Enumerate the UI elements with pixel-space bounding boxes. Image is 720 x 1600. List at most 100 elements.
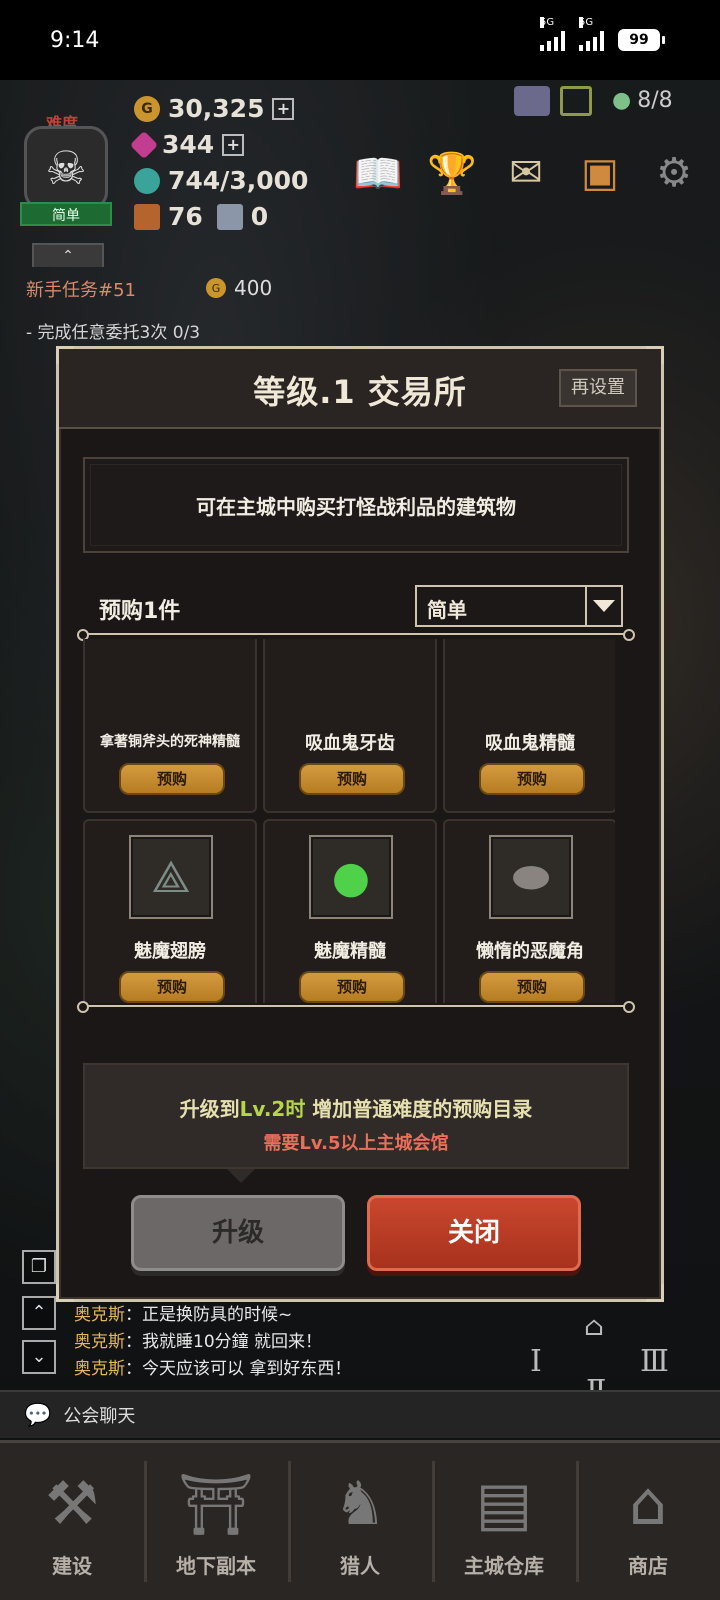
modal-header: 等级.1 交易所 再设置 bbox=[59, 349, 661, 429]
nav-shop[interactable]: ⌂ 商店 bbox=[576, 1443, 720, 1600]
add-gold-button[interactable]: + bbox=[272, 97, 295, 120]
item-name: 魅魔精髓 bbox=[314, 941, 386, 962]
gear-icon[interactable]: ⚙ bbox=[648, 148, 700, 198]
upgrade-suffix: 增加普通难度的预购目录 bbox=[305, 1097, 533, 1121]
upgrade-prefix: 升级到 bbox=[179, 1097, 240, 1121]
status-time: 9:14 bbox=[50, 27, 100, 53]
hunter-icon: ♞ bbox=[333, 1469, 387, 1539]
nav-build[interactable]: ⚒ 建设 bbox=[0, 1443, 144, 1600]
cube-icon bbox=[216, 203, 243, 230]
list-item: 吸血鬼牙齿 预购 bbox=[263, 639, 437, 813]
prebuy-button[interactable]: 预购 bbox=[299, 763, 405, 795]
chat-text: ：正是换防具的时候~ bbox=[125, 1305, 293, 1325]
floor-3-button[interactable]: Ⅲ bbox=[640, 1344, 669, 1379]
hammer-icon: ⚒ bbox=[45, 1469, 99, 1539]
signal-icon: 5G bbox=[579, 17, 604, 51]
nav-label: 主城仓库 bbox=[464, 1554, 544, 1578]
item-list[interactable]: 拿著铜斧头的死神精髓 预购 吸血鬼牙齿 预购 吸血鬼精髓 预购 ⟁ 魅魔翅膀 预… bbox=[83, 639, 615, 1003]
upgrade-requirement: 需要Lv.5以上主城会馆 bbox=[263, 1133, 449, 1154]
treasure-box-icon bbox=[134, 203, 160, 230]
energy-drop-icon bbox=[134, 167, 160, 194]
skull-icon: ☠ bbox=[24, 126, 108, 210]
network-type: 5G bbox=[540, 17, 555, 28]
dungeon-gate-icon: ⛩ bbox=[177, 1469, 255, 1540]
chat-line: 奥克斯：今天应该可以 拿到好东西！ bbox=[74, 1356, 351, 1383]
wing-icon: ⟁ bbox=[129, 835, 213, 919]
trophy-icon[interactable]: 🏆 bbox=[426, 148, 478, 198]
difficulty-select-value: 简单 bbox=[427, 598, 467, 622]
shop-icon: ⌂ bbox=[628, 1469, 668, 1539]
prebuy-button[interactable]: 预购 bbox=[479, 971, 585, 1003]
gift-icon[interactable] bbox=[560, 86, 592, 116]
horn-icon: ⬬ bbox=[489, 835, 573, 919]
add-gem-button[interactable]: + bbox=[222, 133, 245, 156]
chat-text: ：我就睡10分鐘 就回来！ bbox=[125, 1332, 323, 1352]
chat-window-button[interactable]: ❐ bbox=[22, 1250, 56, 1284]
chat-sender: 奥克斯 bbox=[74, 1305, 125, 1325]
list-item: 拿著铜斧头的死神精髓 预购 bbox=[83, 639, 257, 813]
item-name: 吸血鬼精髓 bbox=[485, 733, 575, 754]
upgrade-button[interactable]: 升级 bbox=[131, 1195, 345, 1271]
scroll-icon[interactable] bbox=[514, 86, 550, 116]
nav-label: 建设 bbox=[52, 1554, 92, 1578]
gold-coin-icon: G bbox=[134, 95, 160, 122]
corner-ornament bbox=[56, 1284, 74, 1302]
chat-sender: 奥克斯 bbox=[74, 1359, 125, 1379]
chat-line: 奥克斯：正是换防具的时候~ bbox=[74, 1302, 351, 1329]
upgrade-info: 升级到Lv.2时 增加普通难度的预购目录 需要Lv.5以上主城会馆 bbox=[83, 1063, 629, 1169]
prebuy-button[interactable]: 预购 bbox=[119, 971, 225, 1003]
corner-ornament bbox=[646, 1284, 664, 1302]
nav-label: 商店 bbox=[628, 1554, 668, 1578]
chest-icon: ▤ bbox=[475, 1469, 533, 1539]
collapse-hud-button[interactable]: ⌃ bbox=[32, 243, 104, 267]
gold-coin-icon: G bbox=[206, 278, 226, 298]
book-icon[interactable]: 📖 bbox=[352, 148, 404, 198]
prebuy-button[interactable]: 预购 bbox=[299, 971, 405, 1003]
building-description: 可在主城中购买打怪战利品的建筑物 bbox=[83, 457, 629, 553]
board-icon[interactable]: ▣ bbox=[574, 148, 626, 198]
item-name: 魅魔翅膀 bbox=[134, 941, 206, 962]
guild-chat-bar[interactable]: 💬 公会聊天 bbox=[0, 1390, 720, 1438]
floor-1-button[interactable]: Ⅰ bbox=[530, 1344, 542, 1379]
network-type: 5G bbox=[579, 17, 594, 28]
mail-icon[interactable]: ✉ bbox=[500, 148, 552, 198]
upgrade-level: Lv.2时 bbox=[239, 1097, 306, 1121]
box-amount: 76 bbox=[168, 202, 203, 231]
difficulty-badge[interactable]: 难度 ☠ 简单 bbox=[20, 110, 112, 228]
chat-text: ：今天应该可以 拿到好东西！ bbox=[125, 1359, 352, 1379]
difficulty-select[interactable]: 简单 bbox=[415, 585, 623, 627]
party-count[interactable]: ● 8/8 bbox=[612, 88, 673, 113]
prebuy-button[interactable]: 预购 bbox=[119, 763, 225, 795]
chat-scroll-up-button[interactable]: ⌃ bbox=[22, 1296, 56, 1330]
top-right-icons bbox=[514, 86, 592, 116]
party-count-value: 8/8 bbox=[637, 88, 673, 113]
nav-label: 猎人 bbox=[340, 1554, 380, 1578]
prebuy-button[interactable]: 预购 bbox=[479, 763, 585, 795]
reset-button[interactable]: 再设置 bbox=[559, 369, 637, 407]
difficulty-name: 简单 bbox=[20, 202, 112, 226]
status-bar: 9:14 5G 5G 99 bbox=[0, 0, 720, 80]
info-pointer bbox=[227, 1169, 255, 1183]
gem-icon bbox=[129, 130, 159, 159]
box-resource: 76 0 bbox=[134, 202, 268, 231]
gem-amount: 344 bbox=[162, 130, 215, 159]
signal-icon: 5G bbox=[540, 17, 565, 51]
close-button[interactable]: 关闭 bbox=[367, 1195, 581, 1271]
quest-title[interactable]: 新手任务#51 bbox=[26, 276, 136, 302]
nav-dungeon[interactable]: ⛩ 地下副本 bbox=[144, 1443, 288, 1600]
cube-amount: 0 bbox=[250, 202, 269, 231]
nav-warehouse[interactable]: ▤ 主城仓库 bbox=[432, 1443, 576, 1600]
item-name: 懒惰的恶魔角 bbox=[476, 941, 584, 962]
chevron-down-icon[interactable] bbox=[585, 587, 621, 625]
list-item: ● 魅魔精髓 预购 bbox=[263, 819, 437, 1003]
chat-scroll-down-button[interactable]: ⌄ bbox=[22, 1340, 56, 1374]
nav-label: 地下副本 bbox=[176, 1554, 256, 1578]
battery-icon: 99 bbox=[618, 29, 665, 51]
quest-description: - 完成任意委托3次 0/3 bbox=[26, 323, 201, 343]
bottom-nav: ⚒ 建设 ⛩ 地下副本 ♞ 猎人 ▤ 主城仓库 ⌂ 商店 bbox=[0, 1440, 720, 1600]
item-grid: 拿著铜斧头的死神精髓 预购 吸血鬼牙齿 预购 吸血鬼精髓 预购 ⟁ 魅魔翅膀 预… bbox=[83, 639, 615, 1003]
list-item: 吸血鬼精髓 预购 bbox=[443, 639, 615, 813]
nav-hunter[interactable]: ♞ 猎人 bbox=[288, 1443, 432, 1600]
main-menu-icons: 📖 🏆 ✉ ▣ ⚙ bbox=[352, 148, 700, 198]
home-icon[interactable]: ⌂ bbox=[584, 1312, 604, 1342]
